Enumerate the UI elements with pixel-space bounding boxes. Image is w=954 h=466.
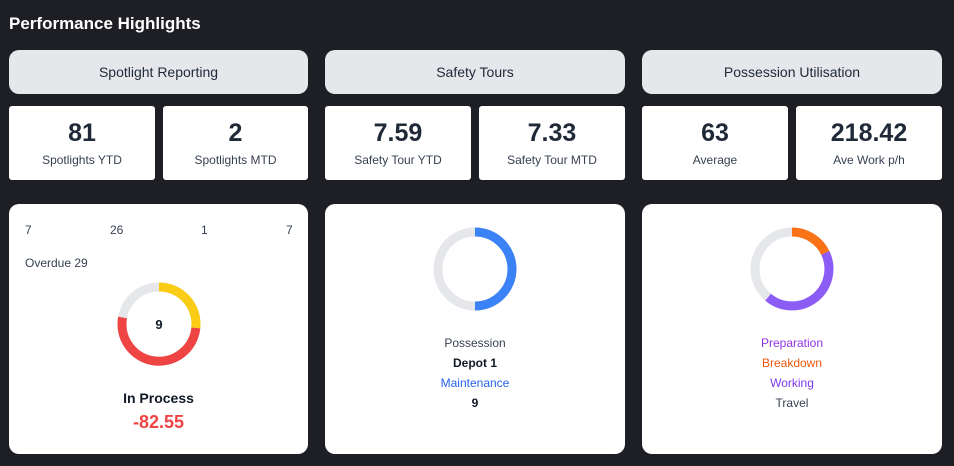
stat-ave-work-ph: 218.42 Ave Work p/h bbox=[796, 106, 942, 180]
page-title: Performance Highlights bbox=[9, 14, 201, 33]
stat-label: Safety Tour YTD bbox=[354, 153, 442, 167]
legend-preparation: Preparation bbox=[760, 336, 824, 350]
maintenance-count: 9 bbox=[471, 396, 479, 410]
stat-value: 2 bbox=[228, 119, 243, 147]
stat-label: Ave Work p/h bbox=[833, 153, 905, 167]
depot-label: Depot 1 bbox=[452, 356, 497, 370]
donut-segment-orange bbox=[791, 227, 830, 256]
count-1: 7 bbox=[25, 223, 32, 237]
stat-safety-tour-ytd: 7.59 Safety Tour YTD bbox=[325, 106, 471, 180]
stat-spotlights-ytd: 81 Spotlights YTD bbox=[9, 106, 155, 180]
stat-average: 63 Average bbox=[642, 106, 788, 180]
possession-donut bbox=[750, 227, 834, 311]
stat-label: Safety Tour MTD bbox=[507, 153, 597, 167]
stat-label: Spotlights YTD bbox=[42, 153, 122, 167]
stat-spotlights-mtd: 2 Spotlights MTD bbox=[163, 106, 308, 180]
spotlight-reporting-tab[interactable]: Spotlight Reporting bbox=[9, 50, 308, 94]
possession-card: Possession Depot 1 Maintenance 9 bbox=[325, 204, 625, 454]
stat-value: 218.42 bbox=[830, 119, 908, 147]
legend-breakdown: Breakdown bbox=[761, 356, 823, 370]
donut-center-value: 9 bbox=[155, 316, 163, 332]
status-label: In Process bbox=[123, 390, 194, 406]
possession-label: Possession bbox=[444, 336, 506, 350]
legend-working: Working bbox=[770, 376, 814, 390]
stat-label: Average bbox=[692, 153, 738, 167]
stat-safety-tour-mtd: 7.33 Safety Tour MTD bbox=[479, 106, 625, 180]
overdue-label: Overdue 29 bbox=[25, 256, 88, 270]
count-2: 26 bbox=[110, 223, 124, 237]
maintenance-label: Maintenance bbox=[440, 376, 510, 390]
spotlight-status-card: 7 26 1 7 Overdue 29 9 In Process -82.55 bbox=[9, 204, 308, 454]
stat-value: 7.59 bbox=[373, 119, 423, 147]
stat-value: 63 bbox=[701, 119, 729, 147]
stat-value: 81 bbox=[68, 119, 96, 147]
donut-segment-blue bbox=[474, 227, 517, 311]
possession-utilisation-card: Preparation Breakdown Working Travel bbox=[642, 204, 942, 454]
legend-travel: Travel bbox=[775, 396, 809, 410]
possession-utilisation-tab[interactable]: Possession Utilisation bbox=[642, 50, 942, 94]
delta-value: -82.55 bbox=[132, 412, 185, 432]
stat-value: 7.33 bbox=[527, 119, 577, 147]
safety-donut bbox=[433, 227, 517, 311]
count-4: 7 bbox=[286, 223, 293, 237]
count-3: 1 bbox=[201, 223, 208, 237]
safety-tours-tab[interactable]: Safety Tours bbox=[325, 50, 625, 94]
donut-segment-purple bbox=[765, 250, 834, 311]
stat-label: Spotlights MTD bbox=[194, 153, 277, 167]
